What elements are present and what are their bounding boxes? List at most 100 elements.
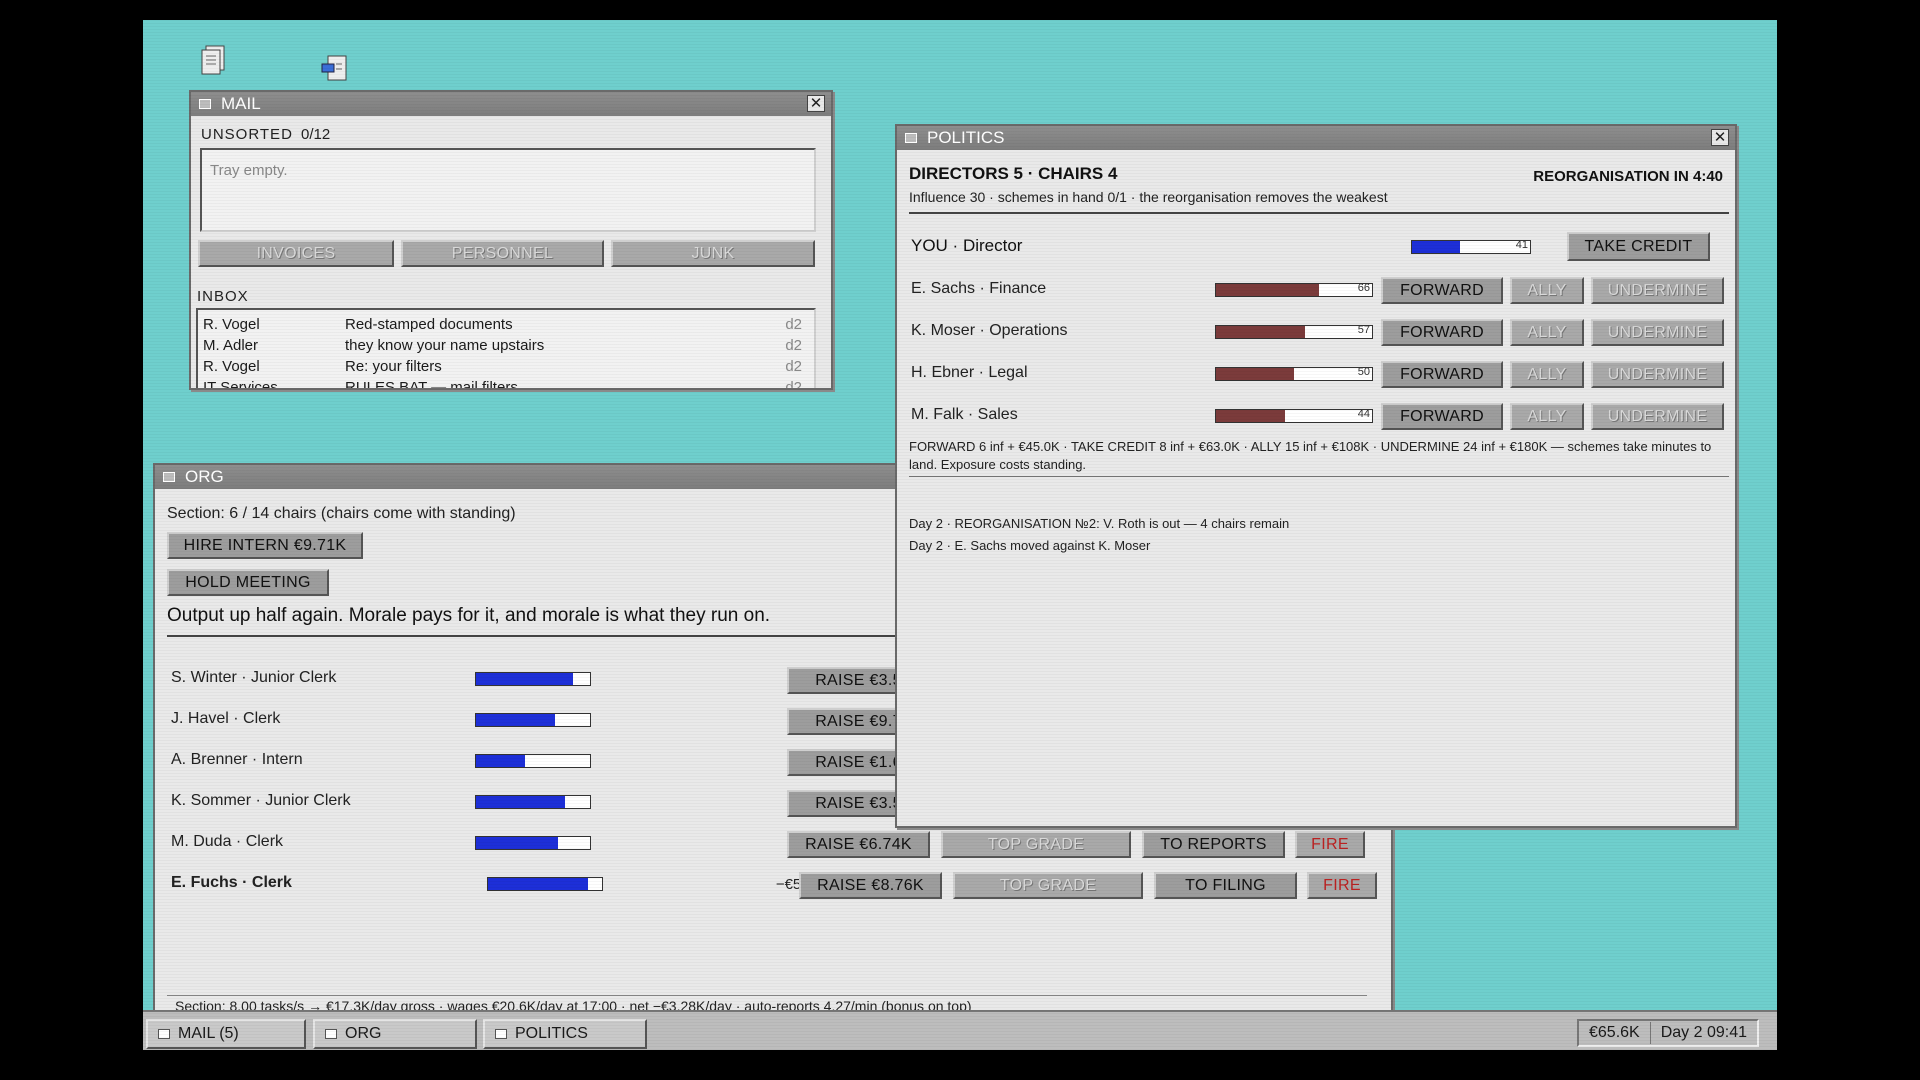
- inbox-row[interactable]: R. Vogel Re: your filters d2: [198, 356, 814, 377]
- taskbar-org[interactable]: ORG: [313, 1019, 477, 1049]
- morale-fill: [476, 837, 559, 849]
- forward-button[interactable]: FORWARD: [1381, 361, 1503, 388]
- undermine-button[interactable]: UNDERMINE: [1591, 319, 1724, 346]
- mail-age: d2: [785, 358, 802, 375]
- personnel-button[interactable]: PERSONNEL: [401, 240, 604, 267]
- ally-button[interactable]: ALLY: [1510, 277, 1584, 304]
- take-credit-button[interactable]: TAKE CREDIT: [1567, 232, 1710, 261]
- invoices-button[interactable]: INVOICES: [198, 240, 394, 267]
- mail-subject: they know your name upstairs: [345, 337, 545, 354]
- top-grade-button[interactable]: TOP GRADE: [953, 872, 1143, 899]
- org-title: ORG: [185, 467, 224, 486]
- you-standing-fill: [1412, 241, 1461, 253]
- director-standing-fill: [1216, 284, 1319, 296]
- move-button[interactable]: TO REPORTS: [1142, 831, 1285, 858]
- forward-button[interactable]: FORWARD: [1381, 403, 1503, 430]
- raise-button[interactable]: RAISE €6.74K: [787, 831, 930, 858]
- morale-fill: [476, 755, 526, 767]
- org-footer-divider: [167, 995, 1367, 996]
- director-row: M. Falk · Sales 44 FORWARD ALLY UNDERMINE: [897, 400, 1735, 436]
- mail-from: IT Services: [203, 379, 278, 390]
- director-standing-fill: [1216, 326, 1305, 338]
- hold-meeting-button[interactable]: HOLD MEETING: [167, 569, 329, 596]
- raise-button[interactable]: RAISE €8.76K: [799, 872, 942, 899]
- you-standing-value: 41: [1515, 239, 1528, 251]
- taskbar-mail[interactable]: MAIL (5): [146, 1019, 306, 1049]
- taskbar-org-label: ORG: [345, 1025, 382, 1042]
- staff-row: M. Duda · Clerk+€75.06/dayRAISE €6.74KTO…: [155, 827, 1391, 863]
- close-icon[interactable]: ✕: [1711, 129, 1729, 146]
- politics-divider: [909, 212, 1729, 214]
- you-label: YOU · Director: [911, 236, 1023, 255]
- move-button[interactable]: TO FILING: [1154, 872, 1297, 899]
- mail-icon: [158, 1029, 170, 1039]
- scheme-costs: FORWARD 6 inf + €45.0K · TAKE CREDIT 8 i…: [909, 439, 1712, 472]
- junk-button[interactable]: JUNK: [611, 240, 815, 267]
- mail-file-icon[interactable]: [320, 52, 354, 86]
- mail-titlebar[interactable]: MAIL ✕: [191, 92, 831, 116]
- morale-bar: [475, 836, 591, 850]
- you-standing-bar: 41: [1411, 239, 1531, 254]
- director-row: H. Ebner · Legal 50 FORWARD ALLY UNDERMINE: [897, 358, 1735, 394]
- mail-from: R. Vogel: [203, 316, 260, 333]
- politics-icon: [495, 1029, 507, 1039]
- director-name: H. Ebner · Legal: [911, 364, 1028, 381]
- hire-intern-button[interactable]: HIRE INTERN €9.71K: [167, 532, 363, 559]
- morale-fill: [476, 673, 573, 685]
- mail-from: M. Adler: [203, 337, 259, 354]
- director-standing-fill: [1216, 410, 1285, 422]
- undermine-button[interactable]: UNDERMINE: [1591, 361, 1724, 388]
- money-readout: €65.6K: [1589, 1024, 1640, 1041]
- morale-bar: [475, 713, 591, 727]
- staff-name: A. Brenner · Intern: [171, 751, 303, 768]
- forward-button[interactable]: FORWARD: [1381, 319, 1503, 346]
- desktop: MAIL ✕ UNSORTED 0/12 Tray empty. INVOICE…: [143, 20, 1777, 1050]
- morale-fill: [476, 796, 565, 808]
- ally-button[interactable]: ALLY: [1510, 361, 1584, 388]
- unsorted-count: 0/12: [301, 126, 331, 143]
- top-grade-button[interactable]: TOP GRADE: [941, 831, 1131, 858]
- costs-divider: [909, 476, 1729, 477]
- fire-button[interactable]: FIRE: [1307, 872, 1377, 899]
- mail-age: d2: [785, 337, 802, 354]
- inbox-row[interactable]: R. Vogel Red-stamped documents d2: [198, 314, 814, 335]
- reorg-countdown: REORGANISATION IN 4:40: [1533, 168, 1723, 185]
- staff-name: K. Sommer · Junior Clerk: [171, 792, 351, 809]
- politics-title: POLITICS: [927, 128, 1005, 147]
- close-icon[interactable]: ✕: [807, 95, 825, 112]
- inbox-row[interactable]: M. Adler they know your name upstairs d2: [198, 335, 814, 356]
- staff-name: S. Winter · Junior Clerk: [171, 669, 337, 686]
- forward-button[interactable]: FORWARD: [1381, 277, 1503, 304]
- morale-fill: [488, 878, 589, 890]
- fire-button[interactable]: FIRE: [1295, 831, 1365, 858]
- inbox-row[interactable]: IT Services RULES.BAT — mail filters d2: [198, 377, 814, 390]
- director-standing-bar: 44: [1215, 408, 1373, 423]
- directors-heading: DIRECTORS 5 · CHAIRS 4: [909, 164, 1118, 183]
- politics-window-icon: [905, 133, 917, 143]
- log-entry: Day 2 · REORGANISATION №2: V. Roth is ou…: [909, 516, 1290, 531]
- clock-readout: Day 2 09:41: [1660, 1024, 1747, 1041]
- mail-age: d2: [785, 316, 802, 333]
- director-standing-bar: 50: [1215, 366, 1373, 381]
- staff-name: J. Havel · Clerk: [171, 710, 281, 727]
- director-name: M. Falk · Sales: [911, 406, 1018, 423]
- mail-title: MAIL: [221, 94, 261, 113]
- mail-subject: RULES.BAT — mail filters: [345, 379, 518, 390]
- morale-bar: [475, 672, 591, 686]
- ally-button[interactable]: ALLY: [1510, 403, 1584, 430]
- director-row: E. Sachs · Finance 66 FORWARD ALLY UNDERMINE: [897, 274, 1735, 310]
- taskbar-mail-label: MAIL (5): [178, 1025, 239, 1042]
- taskbar-politics[interactable]: POLITICS: [483, 1019, 647, 1049]
- ally-button[interactable]: ALLY: [1510, 319, 1584, 346]
- unsorted-label: UNSORTED: [201, 126, 293, 143]
- unsorted-tray[interactable]: Tray empty.: [200, 148, 816, 232]
- morale-bar: [475, 795, 591, 809]
- documents-icon[interactable]: [196, 44, 230, 78]
- taskbar: MAIL (5) ORG POLITICS €65.6K Day 2 09:41: [143, 1010, 1777, 1050]
- politics-subheading: Influence 30 · schemes in hand 0/1 · the…: [909, 189, 1388, 205]
- director-standing-fill: [1216, 368, 1294, 380]
- politics-titlebar[interactable]: POLITICS ✕: [897, 126, 1735, 150]
- undermine-button[interactable]: UNDERMINE: [1591, 277, 1724, 304]
- director-standing-value: 44: [1357, 408, 1370, 420]
- undermine-button[interactable]: UNDERMINE: [1591, 403, 1724, 430]
